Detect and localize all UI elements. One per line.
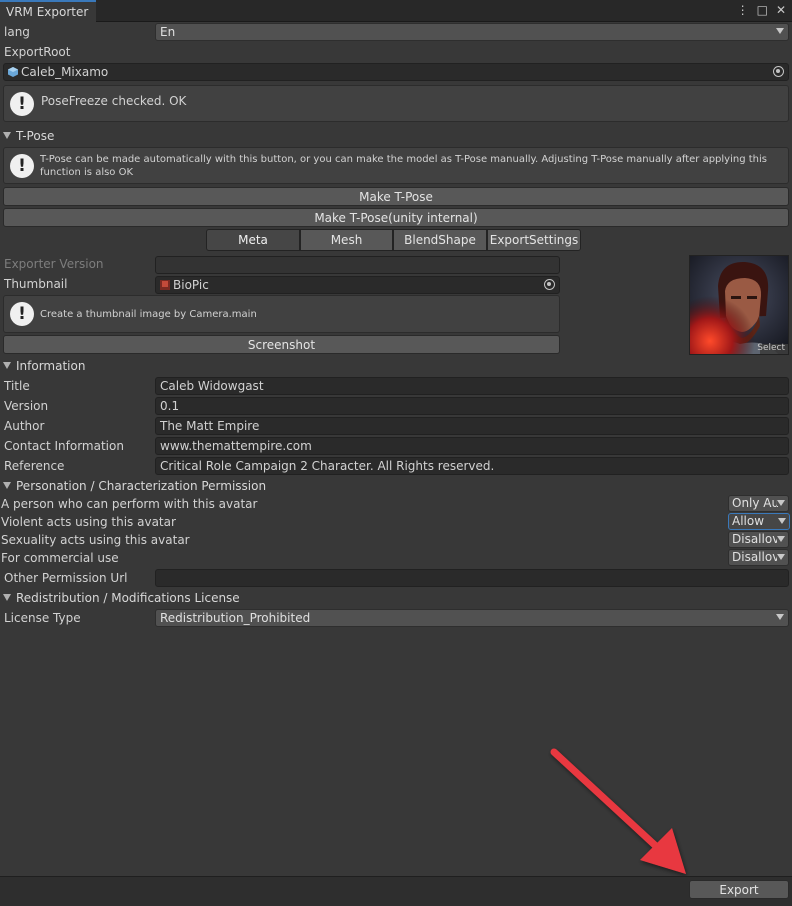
- chevron-down-icon: [777, 536, 785, 542]
- select-label[interactable]: Select: [757, 343, 785, 353]
- tpose-help-text: T-Pose can be made automatically with th…: [40, 154, 767, 178]
- license-foldout[interactable]: Redistribution / Modifications License: [3, 591, 240, 605]
- warning-icon: !: [10, 302, 34, 326]
- chevron-down-icon: [778, 518, 786, 524]
- object-picker-icon[interactable]: [544, 279, 555, 290]
- violent-acts-label: Violent acts using this avatar: [1, 515, 176, 529]
- other-permission-url-field[interactable]: [155, 569, 789, 587]
- export-button[interactable]: Export: [689, 880, 789, 899]
- tab-mesh[interactable]: Mesh: [300, 229, 393, 251]
- reference-field[interactable]: Critical Role Campaign 2 Character. All …: [155, 457, 789, 475]
- tab-exportsettings[interactable]: ExportSettings: [487, 229, 581, 251]
- performer-label: A person who can perform with this avata…: [1, 497, 258, 511]
- foldout-triangle-icon: [3, 362, 11, 369]
- chevron-down-icon: [776, 614, 784, 620]
- footer-bar: [0, 876, 792, 906]
- make-tpose-internal-button[interactable]: Make T-Pose(unity internal): [3, 208, 789, 227]
- chevron-down-icon: [776, 28, 784, 34]
- make-tpose-button[interactable]: Make T-Pose: [3, 187, 789, 206]
- lang-label: lang: [4, 25, 30, 39]
- sexuality-acts-dropdown[interactable]: Disallov: [728, 531, 789, 548]
- foldout-triangle-icon: [3, 132, 11, 139]
- license-type-value: Redistribution_Prohibited: [160, 611, 311, 625]
- warning-icon: !: [10, 154, 34, 178]
- thumbnail-label: Thumbnail: [4, 277, 68, 291]
- commercial-use-dropdown[interactable]: Disallov: [728, 549, 789, 566]
- thumbnail-preview[interactable]: Select: [689, 255, 789, 355]
- version-label: Version: [4, 399, 49, 413]
- permission-foldout[interactable]: Personation / Characterization Permissio…: [3, 479, 266, 493]
- title-label: Title: [4, 379, 30, 393]
- tpose-foldout[interactable]: T-Pose: [3, 129, 54, 143]
- warning-icon: !: [10, 92, 34, 116]
- window-controls: ⋮ □ ✕: [737, 3, 786, 17]
- information-header: Information: [16, 359, 86, 373]
- tpose-helpbox: ! T-Pose can be made automatically with …: [3, 147, 789, 184]
- sexuality-acts-label: Sexuality acts using this avatar: [1, 533, 190, 547]
- license-type-label: License Type: [4, 611, 81, 625]
- lang-value: En: [160, 25, 176, 39]
- gameobject-icon: [8, 67, 18, 77]
- license-type-dropdown[interactable]: Redistribution_Prohibited: [155, 609, 789, 627]
- foldout-triangle-icon: [3, 482, 11, 489]
- violent-acts-dropdown[interactable]: Allow: [728, 513, 790, 530]
- screenshot-button[interactable]: Screenshot: [3, 335, 560, 354]
- object-picker-icon[interactable]: [773, 66, 784, 77]
- thumbnail-field[interactable]: BioPic: [155, 276, 560, 294]
- exporter-version-label: Exporter Version: [4, 257, 104, 271]
- thumbnail-help-text: Create a thumbnail image by Camera.main: [40, 309, 257, 320]
- character-portrait-image: [690, 256, 788, 354]
- pose-freeze-helpbox: ! PoseFreeze checked. OK: [3, 85, 789, 122]
- tpose-header: T-Pose: [16, 129, 55, 143]
- lang-dropdown[interactable]: En: [155, 23, 789, 41]
- annotation-arrow-icon: [550, 748, 686, 874]
- window-tab-bar: VRM Exporter ⋮ □ ✕: [0, 0, 792, 22]
- author-label: Author: [4, 419, 45, 433]
- export-root-value: Caleb_Mixamo: [21, 65, 109, 79]
- performer-dropdown[interactable]: Only Au: [728, 495, 789, 512]
- sexuality-acts-value: Disallov: [732, 532, 780, 546]
- commercial-use-label: For commercial use: [1, 551, 119, 565]
- commercial-use-value: Disallov: [732, 550, 780, 564]
- thumbnail-value: BioPic: [173, 278, 209, 292]
- menu-icon[interactable]: ⋮: [737, 3, 749, 17]
- close-icon[interactable]: ✕: [776, 3, 786, 17]
- thumbnail-helpbox: ! Create a thumbnail image by Camera.mai…: [3, 295, 560, 333]
- tab-meta[interactable]: Meta: [206, 229, 300, 251]
- contact-information-label: Contact Information: [4, 439, 124, 453]
- maximize-icon[interactable]: □: [757, 3, 768, 17]
- other-permission-url-label: Other Permission Url: [4, 571, 128, 585]
- information-foldout[interactable]: Information: [3, 359, 85, 373]
- version-field[interactable]: 0.1: [155, 397, 789, 415]
- foldout-triangle-icon: [3, 594, 11, 601]
- window-tab[interactable]: VRM Exporter: [0, 0, 96, 22]
- violent-acts-value: Allow: [732, 514, 765, 528]
- pose-freeze-message: PoseFreeze checked. OK: [41, 94, 187, 108]
- chevron-down-icon: [777, 554, 785, 560]
- texture-icon: [160, 280, 170, 290]
- title-field[interactable]: Caleb Widowgast: [155, 377, 789, 395]
- reference-label: Reference: [4, 459, 65, 473]
- author-field[interactable]: The Matt Empire: [155, 417, 789, 435]
- tab-blendshape[interactable]: BlendShape: [393, 229, 487, 251]
- contact-information-field[interactable]: www.themattempire.com: [155, 437, 789, 455]
- chevron-down-icon: [777, 500, 785, 506]
- permission-header: Personation / Characterization Permissio…: [16, 479, 267, 493]
- export-root-label: ExportRoot: [4, 45, 71, 59]
- license-header: Redistribution / Modifications License: [16, 591, 240, 605]
- performer-value: Only Au: [732, 496, 780, 510]
- exporter-version-field: [155, 256, 560, 274]
- export-root-field[interactable]: Caleb_Mixamo: [3, 63, 789, 81]
